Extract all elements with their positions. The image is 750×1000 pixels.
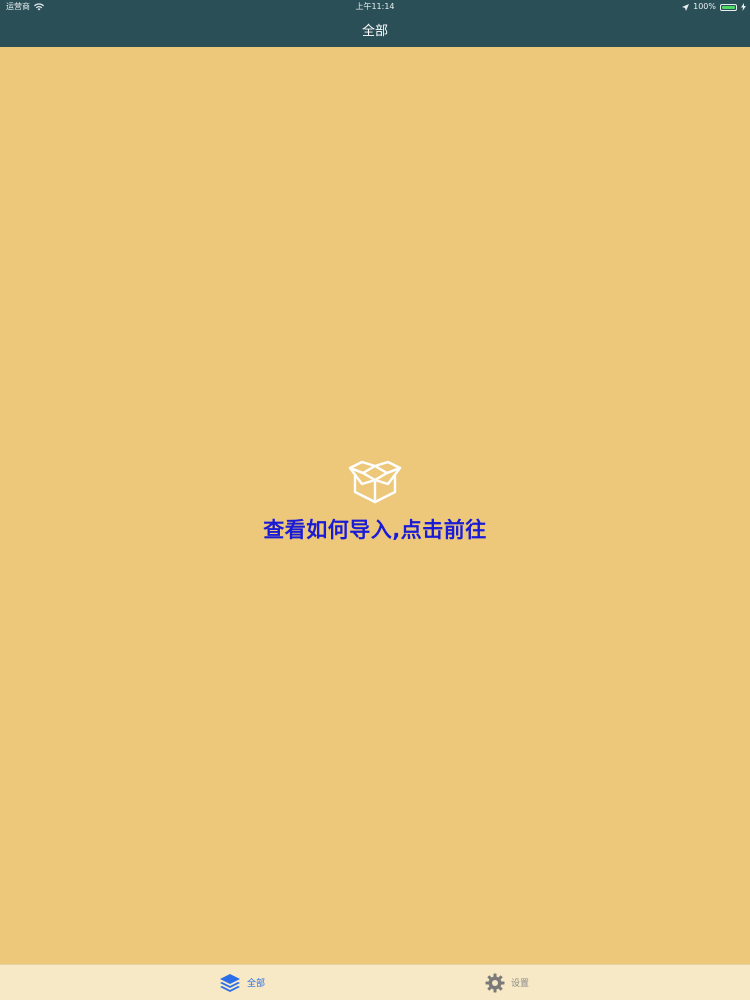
status-bar: 运营商 上午11:14 100% [0,0,750,14]
app-screen: 运营商 上午11:14 100% 全部 查看如何导入,点击前往 全部 设置 [0,0,750,1000]
layers-icon [220,973,240,992]
tab-settings-label: 设置 [511,979,530,989]
empty-state: 查看如何导入,点击前往 [0,460,750,544]
battery-icon [720,3,737,11]
status-time: 上午11:14 [355,2,395,11]
tab-all-label: 全部 [247,979,266,989]
page-title: 全部 [361,24,388,39]
location-arrow-icon [682,3,690,11]
open-box-icon [348,460,402,504]
status-right: 100% [682,0,746,14]
gear-icon [485,973,505,992]
charging-bolt-icon [741,3,746,11]
tab-settings[interactable]: 设置 [485,965,529,1000]
battery-percent: 100% [693,2,716,11]
battery-fill [722,5,735,9]
header: 运营商 上午11:14 100% 全部 [0,0,750,47]
tab-bar: 全部 设置 [0,964,750,1000]
tab-all[interactable]: 全部 [219,965,265,1000]
import-guide-link[interactable]: 查看如何导入,点击前往 [263,514,486,544]
